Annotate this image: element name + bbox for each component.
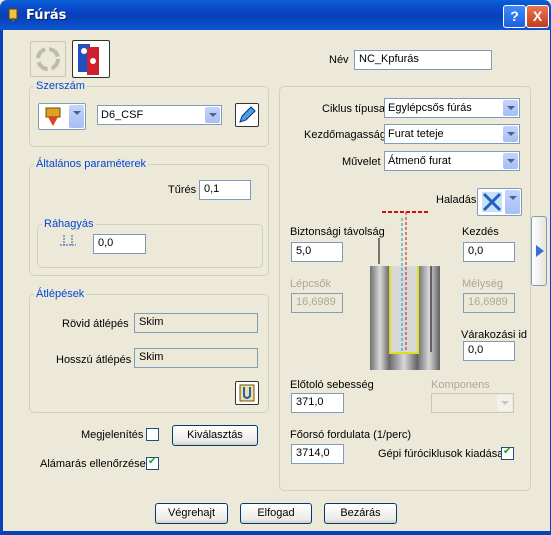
- vegrehajt-button[interactable]: Végrehajt: [155, 503, 228, 524]
- tures-input[interactable]: 0,1: [199, 180, 251, 200]
- eloto-input[interactable]: 371,0: [291, 393, 344, 413]
- komponens-label: Komponens: [431, 379, 490, 391]
- expand-panel-button[interactable]: [531, 216, 547, 286]
- edit-tool-button[interactable]: [235, 103, 259, 127]
- leads-links-icon: [239, 384, 255, 402]
- kivalasztas-button[interactable]: Kiválasztás: [172, 425, 258, 446]
- altalanos-group-label: Általános paraméterek: [34, 158, 149, 170]
- rovid-atlepes-label: Rövid átlépés: [62, 318, 129, 330]
- chevron-down-icon: [505, 190, 520, 214]
- biztonsagi-input[interactable]: 5,0: [291, 242, 343, 262]
- recycle-icon[interactable]: [30, 41, 66, 77]
- leads-links-button[interactable]: [235, 381, 259, 405]
- help-button[interactable]: ?: [503, 5, 526, 28]
- allowance-icon: [58, 233, 78, 250]
- muvelet-label: Művelet: [342, 156, 381, 168]
- tures-label: Tűrés: [168, 184, 197, 196]
- drill-pattern-icon[interactable]: [72, 40, 110, 78]
- melyseg-label: Mélység: [462, 278, 503, 290]
- tool-select-value: D6_CSF: [101, 109, 144, 121]
- alamaras-checkbox[interactable]: [146, 456, 159, 470]
- hosszu-atlepes-label: Hosszú átlépés: [56, 354, 132, 366]
- chevron-down-icon: [503, 100, 518, 116]
- foorso-input[interactable]: 3714,0: [291, 444, 344, 464]
- melyseg-input[interactable]: 16,6989: [463, 293, 515, 313]
- eloto-label: Előtoló sebesség: [290, 379, 374, 391]
- nev-label: Név: [329, 54, 349, 66]
- lepcsok-label: Lépcsők: [290, 278, 331, 290]
- megjelenites-checkbox[interactable]: [146, 428, 159, 441]
- komponens-select[interactable]: [431, 393, 514, 413]
- foorso-label: Főorsó fordulata (1/perc): [290, 429, 412, 441]
- muvelet-select[interactable]: Átmenő furat: [384, 151, 520, 171]
- elfogad-button[interactable]: Elfogad: [240, 503, 312, 524]
- kezdes-label: Kezdés: [462, 226, 499, 238]
- tool-select[interactable]: D6_CSF: [97, 105, 222, 125]
- biztonsagi-label: Biztonsági távolság: [290, 226, 385, 238]
- kezdomagassag-select[interactable]: Furat teteje: [384, 124, 520, 144]
- varakozasi-input[interactable]: 0,0: [463, 341, 515, 361]
- pencil-icon: [239, 106, 256, 123]
- gepi-label: Gépi fúróciklusok kiadása: [378, 448, 504, 460]
- drill-app-icon: [6, 7, 22, 23]
- megjelenites-label: Megjelenítés: [81, 429, 144, 441]
- ciklus-select[interactable]: Egylépcsős fúrás: [384, 98, 520, 118]
- title-bar[interactable]: [0, 0, 551, 30]
- tool-type-select[interactable]: [38, 103, 86, 130]
- close-button[interactable]: X: [526, 5, 549, 28]
- chevron-down-icon: [497, 395, 512, 411]
- chevron-down-icon: [503, 126, 518, 142]
- szerszam-group-label: Szerszám: [34, 80, 87, 92]
- lepcsok-input[interactable]: 16,6989: [291, 293, 343, 313]
- kezdes-input[interactable]: 0,0: [463, 242, 515, 262]
- name-input[interactable]: NC_Kpfurás: [354, 50, 492, 70]
- alamaras-label: Alámarás ellenőrzése: [40, 458, 146, 470]
- ciklus-select-value: Egylépcsős fúrás: [388, 102, 472, 114]
- haladas-select[interactable]: [477, 188, 522, 216]
- chevron-right-icon: [536, 245, 544, 257]
- rahagyas-group-label: Ráhagyás: [42, 218, 96, 230]
- kezdomagassag-label: Kezdőmagasság: [304, 129, 386, 141]
- haladas-label: Haladás: [436, 194, 477, 206]
- window-title: Fúrás: [26, 8, 67, 23]
- kezdomagassag-select-value: Furat teteje: [388, 128, 444, 140]
- rahagyas-input[interactable]: 0,0: [93, 234, 146, 254]
- bezaras-button[interactable]: Bezárás: [324, 503, 397, 524]
- chevron-down-icon: [503, 153, 518, 169]
- gepi-checkbox[interactable]: [501, 446, 514, 460]
- hosszu-atlepes-field[interactable]: Skim: [134, 348, 258, 368]
- ciklus-label: Ciklus típusa: [322, 103, 385, 115]
- endmill-icon: [45, 107, 61, 126]
- ordering-icon: [482, 192, 502, 212]
- atlepesek-group-label: Átlépések: [34, 288, 87, 300]
- muvelet-select-value: Átmenő furat: [388, 155, 451, 167]
- chevron-down-icon: [69, 105, 84, 128]
- varakozasi-label: Várakozási idő: [461, 329, 527, 341]
- rovid-atlepes-field[interactable]: Skim: [134, 313, 258, 333]
- chevron-down-icon: [205, 107, 220, 123]
